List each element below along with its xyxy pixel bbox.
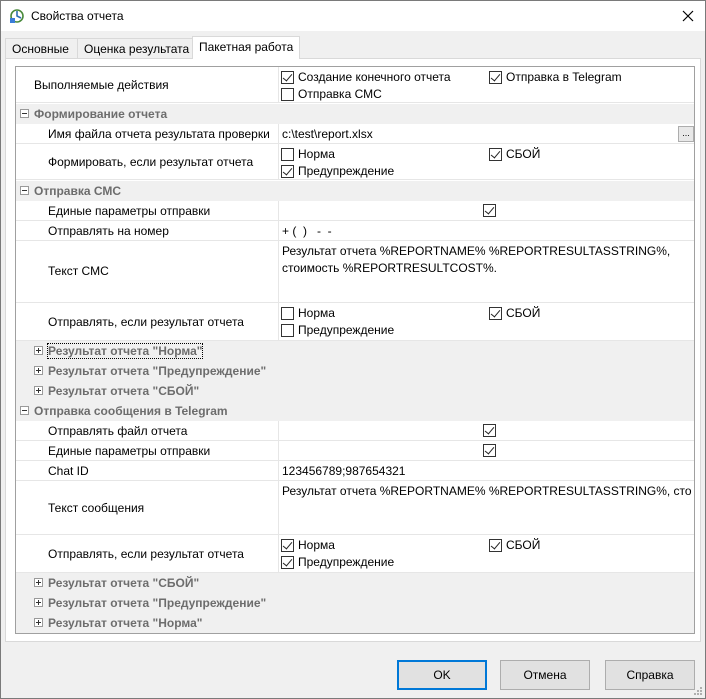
report-app-icon	[10, 9, 24, 23]
sms-warning-checkbox[interactable]	[281, 324, 294, 337]
sms-common-label: Единые параметры отправки	[48, 204, 211, 218]
tg-norm-label: Норма	[298, 538, 335, 552]
ok-button[interactable]: OK	[397, 660, 487, 690]
generate-fail-label: СБОЙ	[506, 147, 541, 161]
close-icon[interactable]	[677, 5, 699, 27]
actions-label: Выполняемые действия	[34, 78, 169, 92]
tab-strip: Основные Оценка результата Пакетная рабо…	[5, 36, 703, 59]
sms-sub-fail-label: Результат отчета "СБОЙ"	[48, 384, 200, 398]
sms-text-value[interactable]: Результат отчета %REPORTNAME% %REPORTRES…	[282, 243, 692, 299]
category-sms[interactable]: Отправка СМС	[16, 181, 694, 201]
generate-norm-label: Норма	[298, 147, 335, 161]
tg-warning-label: Предупреждение	[298, 555, 395, 569]
tg-warning-checkbox[interactable]	[281, 556, 294, 569]
sms-sub-warning-label: Результат отчета "Предупреждение"	[48, 364, 267, 378]
expand-icon[interactable]	[34, 366, 43, 375]
expand-icon[interactable]	[34, 618, 43, 627]
row-sms-text: Текст СМС Результат отчета %REPORTNAME% …	[16, 241, 694, 303]
sms-label: Отправка СМС	[298, 87, 382, 101]
chat-id-label: Chat ID	[48, 464, 89, 478]
category-telegram-label: Отправка сообщения в Telegram	[34, 404, 228, 418]
resize-grip-icon[interactable]	[693, 686, 703, 696]
sms-warning-label: Предупреждение	[298, 323, 395, 337]
browse-button[interactable]: ...	[678, 126, 694, 142]
tg-norm-checkbox[interactable]	[281, 539, 294, 552]
generate-warning-checkbox[interactable]	[281, 165, 294, 178]
tg-sub-norm-label: Результат отчета "Норма"	[48, 616, 203, 630]
cancel-button[interactable]: Отмена	[500, 660, 590, 690]
tg-sub-fail-label: Результат отчета "СБОЙ"	[48, 576, 200, 590]
title-bar: Свойства отчета	[1, 1, 705, 31]
property-grid: Выполняемые действия Создание конечного …	[15, 66, 695, 634]
create-report-label: Создание конечного отчета	[298, 70, 451, 84]
sms-common-checkbox[interactable]	[483, 204, 496, 217]
message-text-value[interactable]: Результат отчета %REPORTNAME% %REPORTRES…	[282, 483, 692, 503]
help-button[interactable]: Справка	[605, 660, 695, 690]
row-generate-if: Формировать, если результат отчета Норма…	[16, 144, 694, 180]
category-report[interactable]: Формирование отчета	[16, 104, 694, 124]
file-name-label: Имя файла отчета результата проверки	[48, 127, 270, 141]
expand-icon[interactable]	[34, 578, 43, 587]
batch-work-panel: Выполняемые действия Создание конечного …	[5, 58, 701, 642]
row-send-file: Отправлять файл отчета	[16, 421, 694, 441]
collapse-icon[interactable]	[20, 109, 29, 118]
category-sms-label: Отправка СМС	[34, 184, 122, 198]
row-tg-common: Единые параметры отправки	[16, 441, 694, 461]
generate-if-label: Формировать, если результат отчета	[48, 155, 254, 169]
expand-icon[interactable]	[34, 598, 43, 607]
tg-fail-label: СБОЙ	[506, 538, 541, 552]
sms-norm-label: Норма	[298, 306, 335, 320]
sms-sub-norm-label: Результат отчета "Норма"	[46, 343, 204, 359]
collapse-icon[interactable]	[20, 186, 29, 195]
tg-common-label: Единые параметры отправки	[48, 444, 211, 458]
row-chat-id: Chat ID 123456789;987654321	[16, 461, 694, 481]
sms-fail-checkbox[interactable]	[489, 307, 502, 320]
row-sms-send-if: Отправлять, если результат отчета Норма …	[16, 303, 694, 341]
tg-sub-fail[interactable]: Результат отчета "СБОЙ"	[16, 573, 694, 593]
tg-fail-checkbox[interactable]	[489, 539, 502, 552]
send-file-checkbox[interactable]	[483, 424, 496, 437]
tab-general[interactable]: Основные	[5, 38, 78, 58]
tg-common-checkbox[interactable]	[483, 444, 496, 457]
generate-fail-checkbox[interactable]	[489, 148, 502, 161]
generate-norm-checkbox[interactable]	[281, 148, 294, 161]
message-text-label: Текст сообщения	[48, 501, 145, 515]
sms-sub-norm[interactable]: Результат отчета "Норма"	[16, 341, 694, 361]
row-message-text: Текст сообщения Результат отчета %REPORT…	[16, 481, 694, 535]
sms-send-if-label: Отправлять, если результат отчета	[48, 315, 244, 329]
sms-sub-fail[interactable]: Результат отчета "СБОЙ"	[16, 381, 694, 401]
window-title: Свойства отчета	[31, 9, 124, 23]
chat-id-value[interactable]: 123456789;987654321	[282, 464, 405, 478]
tg-sub-warning-label: Результат отчета "Предупреждение"	[48, 596, 267, 610]
sms-checkbox[interactable]	[281, 88, 294, 101]
send-file-label: Отправлять файл отчета	[48, 424, 188, 438]
send-to-label: Отправлять на номер	[48, 224, 169, 238]
sms-sub-warning[interactable]: Результат отчета "Предупреждение"	[16, 361, 694, 381]
create-report-checkbox[interactable]	[281, 71, 294, 84]
report-properties-dialog: Свойства отчета Основные Оценка результа…	[0, 0, 706, 699]
telegram-label: Отправка в Telegram	[506, 70, 622, 84]
collapse-icon[interactable]	[20, 406, 29, 415]
row-file-name: Имя файла отчета результата проверки c:\…	[16, 124, 694, 144]
tab-batch-work[interactable]: Пакетная работа	[192, 36, 300, 59]
expand-icon[interactable]	[34, 346, 43, 355]
tg-send-if-label: Отправлять, если результат отчета	[48, 547, 244, 561]
row-send-to: Отправлять на номер + ( ) - -	[16, 221, 694, 241]
category-telegram[interactable]: Отправка сообщения в Telegram	[16, 401, 694, 421]
sms-fail-label: СБОЙ	[506, 306, 541, 320]
file-name-value[interactable]: c:\test\report.xlsx	[282, 127, 373, 141]
row-sms-common: Единые параметры отправки	[16, 201, 694, 221]
row-actions: Выполняемые действия Создание конечного …	[16, 67, 694, 103]
sms-norm-checkbox[interactable]	[281, 307, 294, 320]
generate-warning-label: Предупреждение	[298, 164, 395, 178]
telegram-checkbox[interactable]	[489, 71, 502, 84]
row-tg-send-if: Отправлять, если результат отчета Норма …	[16, 535, 694, 573]
tg-sub-warning[interactable]: Результат отчета "Предупреждение"	[16, 593, 694, 613]
category-report-label: Формирование отчета	[34, 107, 168, 121]
phone-number-input[interactable]: + ( ) - -	[282, 224, 332, 238]
expand-icon[interactable]	[34, 386, 43, 395]
tg-sub-norm[interactable]: Результат отчета "Норма"	[16, 613, 694, 633]
sms-text-label: Текст СМС	[48, 264, 109, 278]
tab-result-evaluation[interactable]: Оценка результата	[77, 38, 193, 58]
